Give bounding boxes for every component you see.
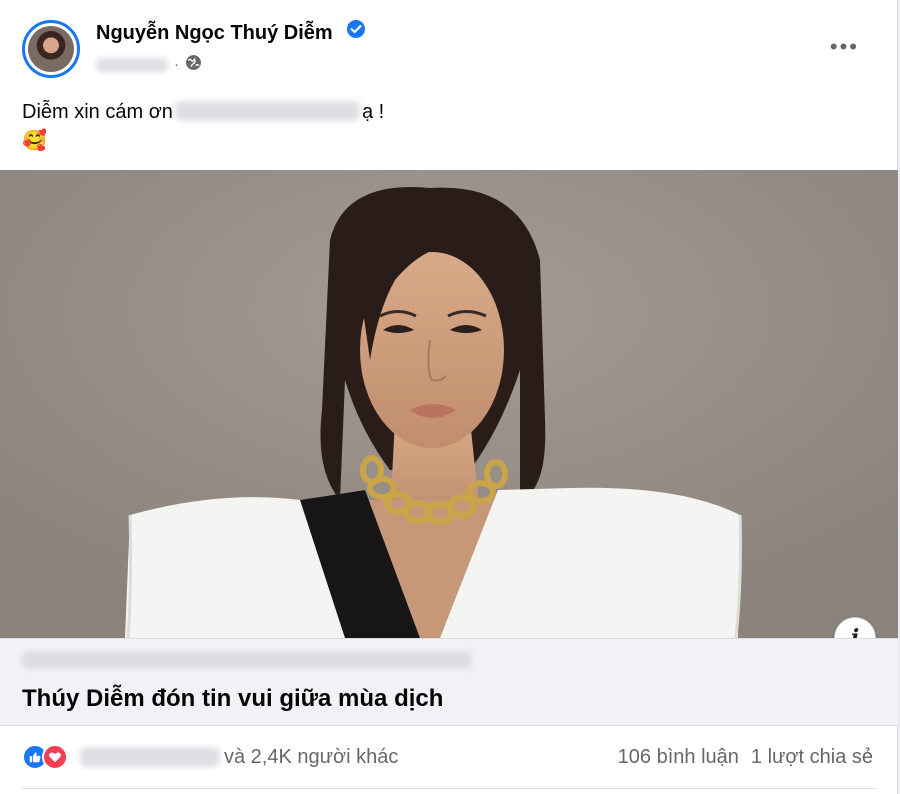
- smiling-hearts-emoji: 🥰: [22, 130, 47, 152]
- reactions-summary[interactable]: và 2,4K người khác: [22, 744, 398, 770]
- post-photo[interactable]: i: [0, 170, 898, 638]
- post-timestamp-redacted: [96, 57, 168, 72]
- post-stats: 106 bình luận 1 lượt chia sẻ: [618, 746, 873, 769]
- facebook-post-card: Nguyễn Ngọc Thuý Diễm · ••• Diễm xin cám…: [0, 0, 898, 794]
- avatar-photo: [28, 26, 74, 72]
- post-meta: ·: [96, 54, 202, 75]
- globe-icon[interactable]: [185, 54, 202, 75]
- link-preview[interactable]: Thúy Diễm đón tin vui giữa mùa dịch: [0, 638, 898, 726]
- author-name-row: Nguyễn Ngọc Thuý Diễm: [96, 19, 366, 45]
- author-avatar[interactable]: [22, 20, 80, 78]
- post-text-start: Diễm xin cám ơn: [22, 101, 173, 123]
- link-preview-title[interactable]: Thúy Diễm đón tin vui giữa mùa dịch: [22, 685, 443, 713]
- divider: [22, 788, 875, 789]
- post-text: Diễm xin cám ơn ạ !: [22, 98, 384, 126]
- link-domain-redacted: [22, 651, 472, 669]
- meta-separator: ·: [174, 56, 179, 73]
- author-name[interactable]: Nguyễn Ngọc Thuý Diễm: [96, 22, 333, 44]
- redacted-mention: [174, 101, 360, 121]
- more-options-icon[interactable]: •••: [830, 34, 859, 60]
- portrait-illustration: [0, 170, 898, 638]
- comments-count[interactable]: 106 bình luận: [618, 746, 739, 769]
- post-text-end: ạ !: [361, 101, 385, 123]
- verified-badge-icon: [346, 19, 366, 45]
- shares-count[interactable]: 1 lượt chia sẻ: [751, 746, 873, 769]
- love-reaction-icon: [42, 744, 68, 770]
- reactor-name-redacted: [80, 747, 220, 767]
- reactions-others-text: và 2,4K người khác: [224, 745, 399, 768]
